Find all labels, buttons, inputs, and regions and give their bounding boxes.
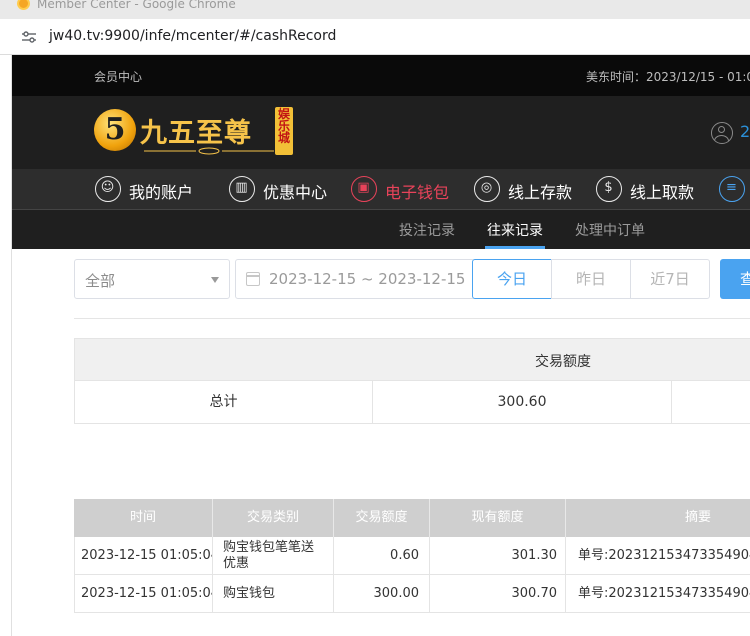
records-header: 时间 交易类别 交易额度 现有额度 摘要 xyxy=(74,499,750,537)
member-center-link[interactable]: 会员中心 xyxy=(94,68,142,85)
last-7-days-button[interactable]: 近7日 xyxy=(630,259,710,299)
window-title-bar: Member Center - Google Chrome xyxy=(0,0,750,19)
user-count: 2 xyxy=(740,122,750,141)
cell-balance: 301.30 xyxy=(430,537,566,575)
date-range-input[interactable]: 2023-12-15 ~ 2023-12-15 xyxy=(235,259,475,299)
withdraw-icon: $ xyxy=(596,176,622,202)
yesterday-button[interactable]: 昨日 xyxy=(551,259,631,299)
col-balance: 现有额度 xyxy=(430,499,566,537)
main-nav: ☺ 我的账户 ▥ 优惠中心 ▣ 电子钱包 ◎ 线上存款 $ 线上取款 ≡ xyxy=(12,169,750,210)
summary-total-value: 300.60 xyxy=(373,381,672,423)
brand-header: 5 九五至尊 娱乐城 2 xyxy=(12,96,750,169)
account-avatar-icon[interactable] xyxy=(711,122,733,144)
gift-icon: ▥ xyxy=(229,176,255,202)
site-logo[interactable]: 5 九五至尊 娱乐城 xyxy=(94,105,304,161)
address-bar[interactable]: jw40.tv:9900/infe/mcenter/#/cashRecord xyxy=(0,19,750,55)
logo-emblem-icon: 5 xyxy=(94,109,136,151)
cell-memo: 单号:202312153473354904 xyxy=(578,586,750,601)
tab-transaction-records[interactable]: 往来记录 xyxy=(485,220,545,249)
col-type: 交易类别 xyxy=(213,499,334,537)
url-text[interactable]: jw40.tv:9900/infe/mcenter/#/cashRecord xyxy=(49,28,336,44)
summary-row: 总计 300.60 xyxy=(74,381,750,424)
cell-memo: 单号:202312153473354904 xyxy=(578,548,750,563)
table-row: 2023-12-15 01:05:04 购宝钱包笔笔送优惠 0.60 301.3… xyxy=(74,537,750,575)
query-button[interactable]: 查 xyxy=(720,259,750,299)
cell-time: 2023-12-15 01:05:04 xyxy=(74,575,213,613)
sub-nav: 投注记录 往来记录 处理中订单 xyxy=(12,210,750,249)
deposit-icon: ◎ xyxy=(474,176,500,202)
today-button[interactable]: 今日 xyxy=(472,259,552,299)
user-icon: ☺ xyxy=(95,176,121,202)
col-time: 时间 xyxy=(74,499,213,537)
divider xyxy=(74,318,750,319)
server-time: 美东时间：2023/12/15 - 01:0 xyxy=(586,70,750,84)
page-left-edge xyxy=(0,55,12,636)
table-row: 2023-12-15 01:05:04 购宝钱包 300.00 300.70 单… xyxy=(74,575,750,613)
cell-amount: 0.60 xyxy=(334,537,430,575)
cell-balance: 300.70 xyxy=(430,575,566,613)
brand-name: 九五至尊 xyxy=(140,118,252,149)
chevron-down-icon xyxy=(211,277,219,283)
tab-pending-orders[interactable]: 处理中订单 xyxy=(575,220,645,240)
window-title: Member Center - Google Chrome xyxy=(37,0,236,11)
summary-header-label: 交易额度 xyxy=(535,354,591,370)
cell-time: 2023-12-15 01:05:04 xyxy=(74,537,213,575)
cell-type: 购宝钱包 xyxy=(213,575,334,613)
cell-type: 购宝钱包笔笔送优惠 xyxy=(213,537,334,575)
cell-amount: 300.00 xyxy=(334,575,430,613)
record-icon: ≡ xyxy=(719,176,745,202)
wallet-icon: ▣ xyxy=(351,176,377,202)
top-info-strip: 会员中心 美东时间：2023/12/15 - 01:0 xyxy=(12,55,750,96)
chrome-icon xyxy=(17,0,30,10)
logo-ornament-icon xyxy=(144,147,274,155)
col-amount: 交易额度 xyxy=(334,499,430,537)
main-content: 全部 2023-12-15 ~ 2023-12-15 今日 昨日 近7日 查 交… xyxy=(12,249,750,636)
col-memo: 摘要 xyxy=(684,510,711,525)
type-select[interactable]: 全部 xyxy=(74,259,230,299)
tab-bet-records[interactable]: 投注记录 xyxy=(399,220,455,240)
site-settings-icon[interactable] xyxy=(22,31,36,43)
brand-badge: 娱乐城 xyxy=(275,107,293,155)
summary-total-label: 总计 xyxy=(75,381,373,423)
calendar-icon xyxy=(246,272,260,286)
summary-header: 交易额度 xyxy=(74,338,750,381)
